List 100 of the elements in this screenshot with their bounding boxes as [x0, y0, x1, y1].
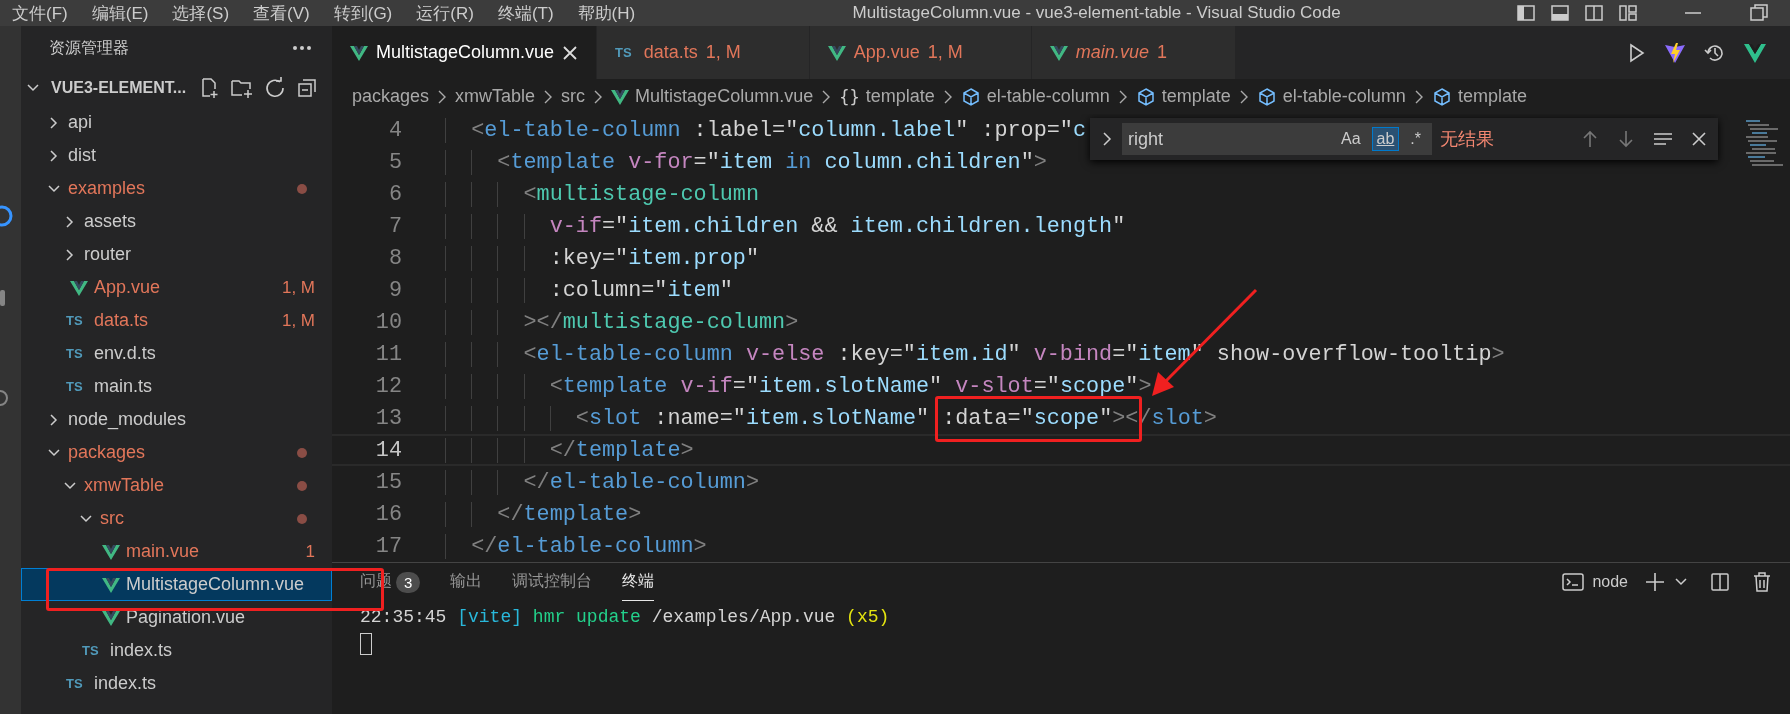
code-line: <template v-if="item.slotName" v-slot="scope"> [445, 373, 1152, 399]
maximize-icon[interactable] [1748, 3, 1770, 23]
chevron-icon [543, 88, 554, 105]
lightning-logo-icon[interactable] [1664, 41, 1686, 64]
project-title[interactable]: VUE3-ELEMENT... [51, 79, 187, 97]
plus-icon[interactable] [1644, 571, 1666, 593]
code-line: v-if="item.children && item.children.length" [445, 213, 1126, 239]
tree-item[interactable]: App.vue 1, M [21, 271, 332, 304]
panel-tab[interactable]: 输出 [450, 563, 483, 601]
typescript-file-icon: TS [66, 676, 88, 691]
menu-item[interactable]: 文件(F) [12, 1, 68, 25]
menu-item[interactable]: 编辑(E) [91, 1, 149, 25]
find-option-toggle[interactable]: Aa [1335, 127, 1366, 151]
account-icon[interactable] [0, 204, 14, 228]
editor-tab[interactable]: App.vue 1, M [809, 26, 1032, 79]
editor-tab[interactable]: MultistageColumn.vue [332, 26, 598, 79]
line-number: 4 [387, 117, 402, 143]
panel-tab[interactable]: 调试控制台 [512, 563, 593, 601]
tree-item[interactable]: examples [21, 172, 332, 205]
tree-item[interactable]: Pagination.vue [21, 601, 332, 634]
chevron-icon [821, 88, 832, 105]
code-line: :column="item" [445, 277, 733, 303]
file-status: 1 [1156, 42, 1167, 63]
tree-item[interactable]: xmwTable [21, 469, 332, 502]
typescript-file-icon: TS [82, 643, 104, 658]
tree-item[interactable]: TS data.ts 1, M [21, 304, 332, 337]
find-input[interactable]: right Aa ab .* [1122, 123, 1432, 155]
code-line: <template v-for="item in column.children"> [445, 149, 1047, 175]
tree-item[interactable]: TS index.ts [21, 634, 332, 667]
close-icon[interactable] [1690, 130, 1708, 148]
tree-item[interactable]: api [21, 106, 332, 139]
breadcrumb-item[interactable]: template [1457, 86, 1527, 107]
line-number: 16 [374, 501, 402, 527]
activity-icon[interactable] [0, 288, 8, 308]
namespace-icon: {} [839, 86, 860, 107]
terminal-name[interactable]: node [1592, 573, 1628, 591]
tree-item[interactable]: packages [21, 436, 332, 469]
menu-item[interactable]: 运行(R) [416, 1, 474, 25]
explorer-title: 资源管理器 [49, 37, 129, 58]
tree-item[interactable]: TS env.d.ts [21, 337, 332, 370]
breadcrumb-item[interactable]: el-table-column [986, 86, 1110, 107]
menu-item[interactable]: 查看(V) [253, 1, 310, 25]
panel-toggle-icon[interactable] [1550, 3, 1570, 23]
terminal-cursor [360, 633, 372, 655]
collapse-all-icon[interactable] [296, 77, 319, 99]
typescript-file-icon: TS [66, 313, 88, 328]
split-layout-icon[interactable] [1584, 3, 1604, 23]
arrow-down-icon[interactable] [1616, 129, 1636, 149]
typescript-file-icon: TS [615, 45, 632, 60]
line-number: 10 [374, 309, 402, 335]
file-status: 1 [305, 541, 315, 562]
line-number: 17 [374, 533, 402, 559]
tree-item[interactable]: router [21, 238, 332, 271]
activity-icon[interactable] [0, 388, 8, 408]
tree-item[interactable]: src [21, 502, 332, 535]
tree-item[interactable]: dist [21, 139, 332, 172]
breadcrumb-item[interactable]: xmwTable [455, 86, 536, 107]
menu-item[interactable]: 终端(T) [497, 1, 554, 25]
line-number: 6 [387, 181, 402, 207]
tree-item[interactable]: assets [21, 205, 332, 238]
split-icon[interactable] [1710, 572, 1730, 592]
breadcrumb-item[interactable]: packages [352, 86, 430, 107]
count-badge: 3 [396, 571, 421, 593]
typescript-file-icon: TS [66, 379, 88, 394]
close-icon[interactable] [562, 44, 579, 61]
line-number: 9 [387, 277, 402, 303]
breadcrumb-item[interactable]: MultistageColumn.vue [635, 86, 814, 107]
file-status: 1, M [281, 310, 315, 331]
breadcrumb-item[interactable]: template [865, 86, 935, 107]
line-number: 7 [387, 213, 402, 239]
tree-item[interactable]: TS index.ts [21, 667, 332, 700]
trash-icon[interactable] [1752, 571, 1772, 593]
breadcrumb-item[interactable]: src [561, 86, 586, 107]
chevron-icon [437, 88, 448, 105]
new-folder-icon[interactable] [230, 77, 255, 99]
find-option-toggle[interactable]: .* [1405, 127, 1426, 151]
chevron-icon[interactable] [1100, 130, 1114, 148]
vue-logo-icon[interactable] [1744, 42, 1766, 63]
panel-tab[interactable]: 终端 [622, 563, 655, 601]
more-icon[interactable] [292, 45, 312, 51]
editor-tab[interactable]: TS data.ts 1, M [597, 26, 810, 79]
tree-item[interactable]: node_modules [21, 403, 332, 436]
refresh-icon[interactable] [264, 77, 287, 99]
vue-file-icon [102, 609, 120, 626]
terminal-icon[interactable] [1562, 572, 1585, 592]
chevron-icon [942, 88, 953, 105]
editor-tab[interactable]: main.vue 1 [1031, 26, 1236, 79]
menu-item[interactable]: 帮助(H) [577, 1, 636, 25]
breadcrumb-item[interactable]: el-table-column [1282, 86, 1406, 107]
sidebar-toggle-icon[interactable] [1516, 3, 1536, 23]
code-line: :key="item.prop" [445, 245, 759, 271]
breadcrumb-item[interactable]: template [1161, 86, 1231, 107]
find-option-toggle[interactable]: ab [1371, 127, 1400, 151]
tree-item[interactable]: main.vue 1 [21, 535, 332, 568]
layout-icon[interactable] [1618, 3, 1638, 23]
menu-item[interactable]: 转到(G) [333, 1, 393, 25]
vue-file-icon [350, 44, 368, 61]
code-line: </template> [445, 437, 694, 463]
menu-item[interactable]: 选择(S) [172, 1, 230, 25]
tree-item[interactable]: TS main.ts [21, 370, 332, 403]
